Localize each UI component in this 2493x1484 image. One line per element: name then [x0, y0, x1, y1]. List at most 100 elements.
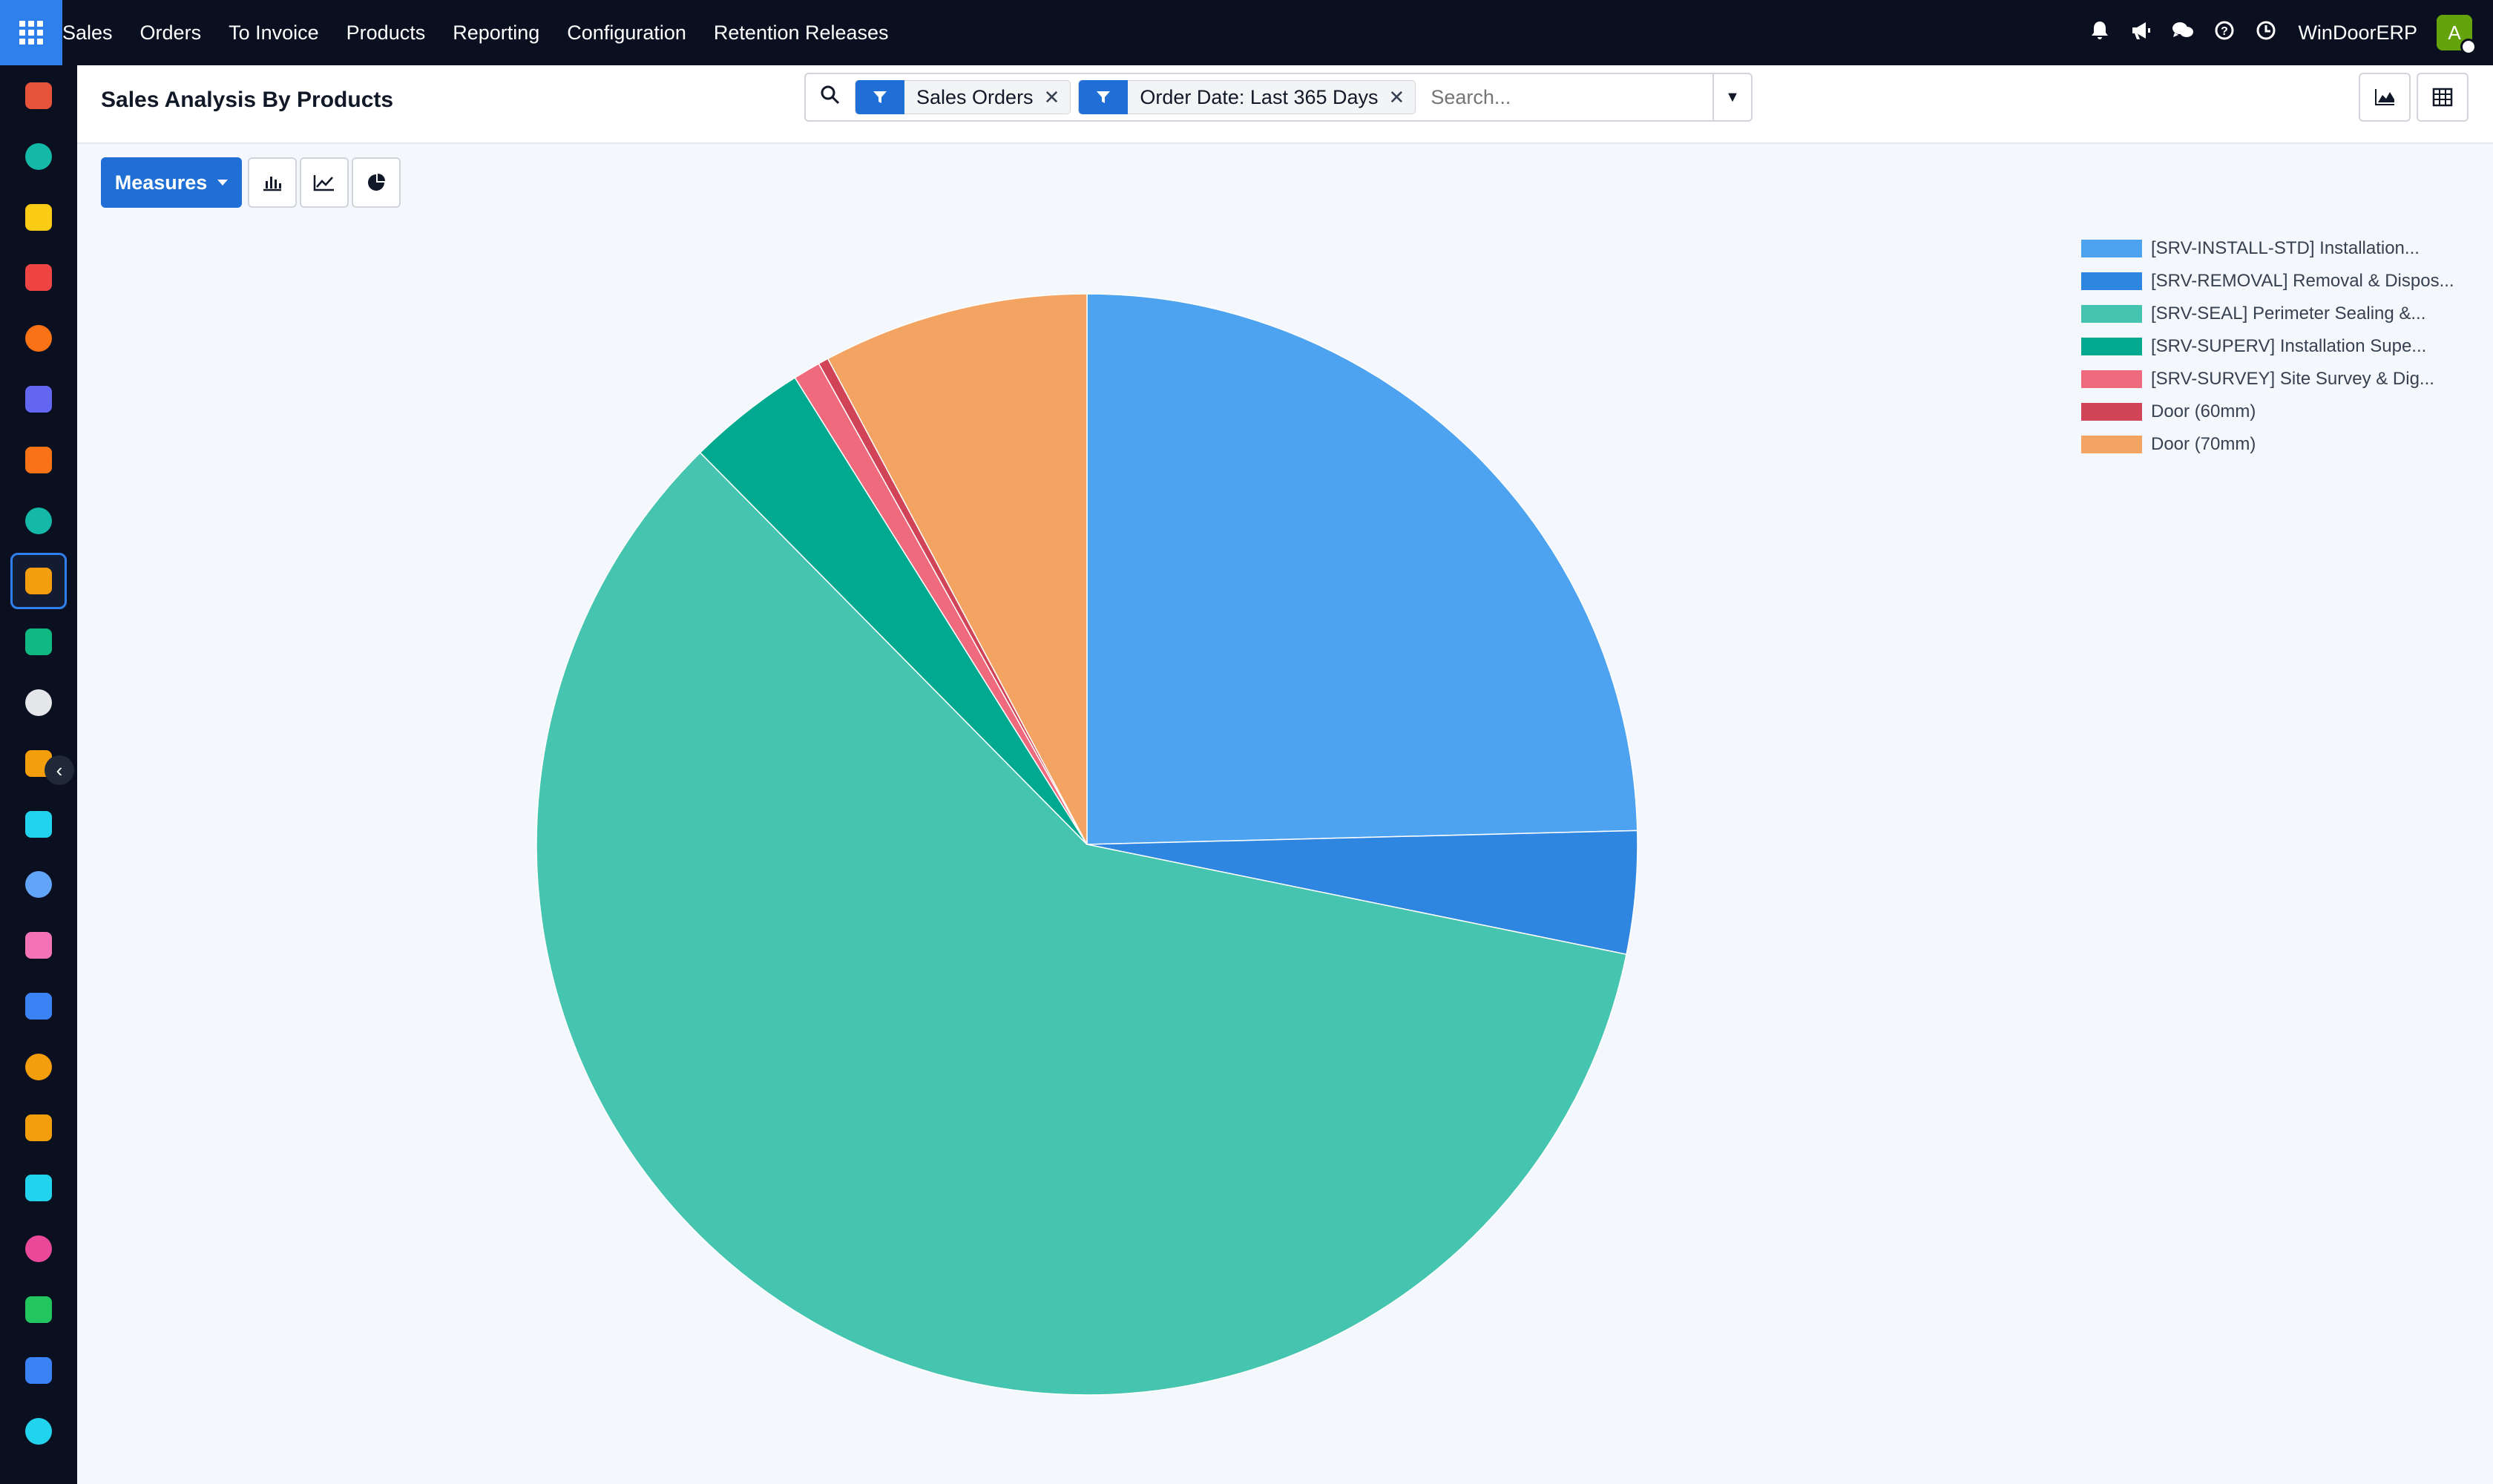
close-icon[interactable]: ✕ [1044, 86, 1071, 109]
search-icon[interactable] [806, 85, 855, 111]
legend-label: [SRV-INSTALL-STD] Installation... [2151, 238, 2420, 258]
measures-dropdown[interactable]: Measures [101, 157, 242, 208]
top-navbar: Sales Orders To Invoice Products Reporti… [0, 0, 2493, 65]
menu-item-configuration[interactable]: Configuration [567, 22, 686, 45]
caret-down-icon: ▼ [1725, 88, 1740, 105]
facet-label: Order Date: Last 365 Days [1140, 85, 1379, 108]
menu-item-retention-releases[interactable]: Retention Releases [714, 22, 889, 45]
sidebar-app-item[interactable] [10, 1160, 67, 1216]
sidebar-app-item[interactable] [10, 189, 67, 246]
sidebar-app-item[interactable] [10, 978, 67, 1034]
pie-chart-button[interactable] [352, 157, 401, 208]
sidebar-app-item[interactable] [10, 128, 67, 185]
legend-item[interactable]: Door (70mm) [2081, 433, 2256, 456]
close-icon[interactable]: ✕ [1389, 86, 1416, 109]
sidebar-app-item[interactable] [10, 249, 67, 306]
legend-swatch [2081, 370, 2142, 388]
invoice-app-icon [25, 993, 52, 1020]
legend-item[interactable]: [SRV-SURVEY] Site Survey & Dig... [2081, 368, 2434, 390]
pivot-view-button[interactable] [2417, 73, 2469, 122]
sidebar-app-item[interactable] [10, 371, 67, 427]
sidebar-app-item[interactable] [10, 1039, 67, 1095]
svg-text:?: ? [2221, 25, 2229, 38]
legend-item[interactable]: [SRV-REMOVAL] Removal & Dispos... [2081, 270, 2454, 292]
legend-item[interactable]: [SRV-SEAL] Perimeter Sealing &... [2081, 303, 2425, 325]
sidebar-app-item[interactable] [10, 917, 67, 974]
legend-label: [SRV-SEAL] Perimeter Sealing &... [2151, 303, 2426, 324]
legend-swatch [2081, 338, 2142, 355]
megaphone-icon[interactable] [2130, 21, 2152, 45]
gear-app-icon [25, 325, 52, 352]
menu-item-orders[interactable]: Orders [140, 22, 202, 45]
sidebar-app-item[interactable] [10, 614, 67, 670]
sidebar-app-item[interactable] [10, 1221, 67, 1277]
systray: ? WinDoorERP A [2069, 0, 2477, 65]
sidebar-app-item[interactable] [10, 1100, 67, 1156]
search-options-toggle[interactable]: ▼ [1712, 74, 1751, 120]
sidebar-app-item[interactable] [10, 674, 67, 731]
sidebar-app-item[interactable] [10, 68, 67, 124]
calendar-app-icon [25, 1114, 52, 1141]
legend-swatch [2081, 436, 2142, 453]
knowledge-app-icon [25, 871, 52, 899]
chat-app-icon [25, 446, 52, 473]
avatar-letter: A [2448, 21, 2461, 44]
chat-icon[interactable] [2172, 21, 2194, 45]
sidebar-app-item[interactable] [10, 432, 67, 488]
sidebar-app-item[interactable] [10, 1281, 67, 1338]
search-bar: Sales Orders ✕ Order Date: Last 365 Days… [804, 73, 1753, 122]
filter-icon [1079, 80, 1129, 114]
table-icon [2432, 88, 2453, 107]
line-chart-button[interactable] [300, 157, 349, 208]
sidebar-app-item[interactable] [10, 1403, 67, 1460]
user-avatar[interactable]: A [2437, 15, 2477, 55]
collapse-sidebar-button[interactable]: ‹ [45, 755, 74, 785]
mail-app-icon [25, 386, 52, 413]
menu-item-sales[interactable]: Sales [62, 22, 113, 45]
graph-view-button[interactable] [2359, 73, 2411, 122]
legend-label: [SRV-REMOVAL] Removal & Dispos... [2151, 271, 2454, 291]
sidebar-app-item[interactable] [10, 553, 67, 610]
sales-app-icon [25, 142, 52, 170]
line-chart-icon [313, 175, 334, 191]
reporting-app-icon [25, 568, 52, 595]
sidebar-app-item[interactable] [10, 856, 67, 913]
menu-item-products[interactable]: Products [346, 22, 426, 45]
sidebar-app-item[interactable] [10, 493, 67, 549]
menu-item-reporting[interactable]: Reporting [453, 22, 539, 45]
bell-icon[interactable] [2089, 20, 2111, 46]
company-switcher[interactable]: WinDoorERP [2298, 22, 2417, 45]
bar-chart-button[interactable] [248, 157, 297, 208]
legend-label: [SRV-SUPERV] Installation Supe... [2151, 336, 2427, 356]
sidebar-app-item[interactable] [10, 1342, 67, 1399]
sidebar-app-item[interactable] [10, 796, 67, 853]
pie-chart-icon [368, 174, 385, 191]
whatsapp-app-icon [25, 1296, 52, 1323]
legend-item[interactable]: Door (60mm) [2081, 401, 2256, 423]
apps-menu-button[interactable] [0, 0, 62, 65]
legend-item[interactable]: [SRV-SUPERV] Installation Supe... [2081, 335, 2426, 358]
legend-item[interactable]: [SRV-INSTALL-STD] Installation... [2081, 237, 2420, 260]
menu-item-to-invoice[interactable]: To Invoice [229, 22, 319, 45]
facet-label: Sales Orders [916, 85, 1034, 108]
legend-label: [SRV-SURVEY] Site Survey & Dig... [2151, 369, 2434, 389]
sidebar-app-item[interactable] [10, 310, 67, 367]
help-icon[interactable]: ? [2213, 21, 2236, 45]
measures-label: Measures [114, 171, 208, 194]
contacts-app-icon [25, 628, 52, 656]
pie-chart [536, 293, 1638, 1396]
hexagon-app-icon [25, 82, 52, 109]
filter-icon [855, 80, 904, 114]
search-facet: Sales Orders ✕ [855, 80, 1071, 114]
main-menu: Sales Orders To Invoice Products Reporti… [62, 0, 916, 65]
page-title: Sales Analysis By Products [101, 88, 394, 112]
caret-down-icon [217, 180, 229, 186]
pie-slice[interactable] [1086, 293, 1638, 845]
clock-icon[interactable] [2255, 21, 2277, 45]
pie-app-icon [25, 264, 52, 292]
sphere-app-icon [25, 1417, 52, 1445]
status-dot [2460, 39, 2477, 55]
area-chart-icon [2375, 89, 2394, 105]
search-input[interactable] [1423, 80, 1712, 114]
dashboard-app-icon [25, 1235, 52, 1263]
